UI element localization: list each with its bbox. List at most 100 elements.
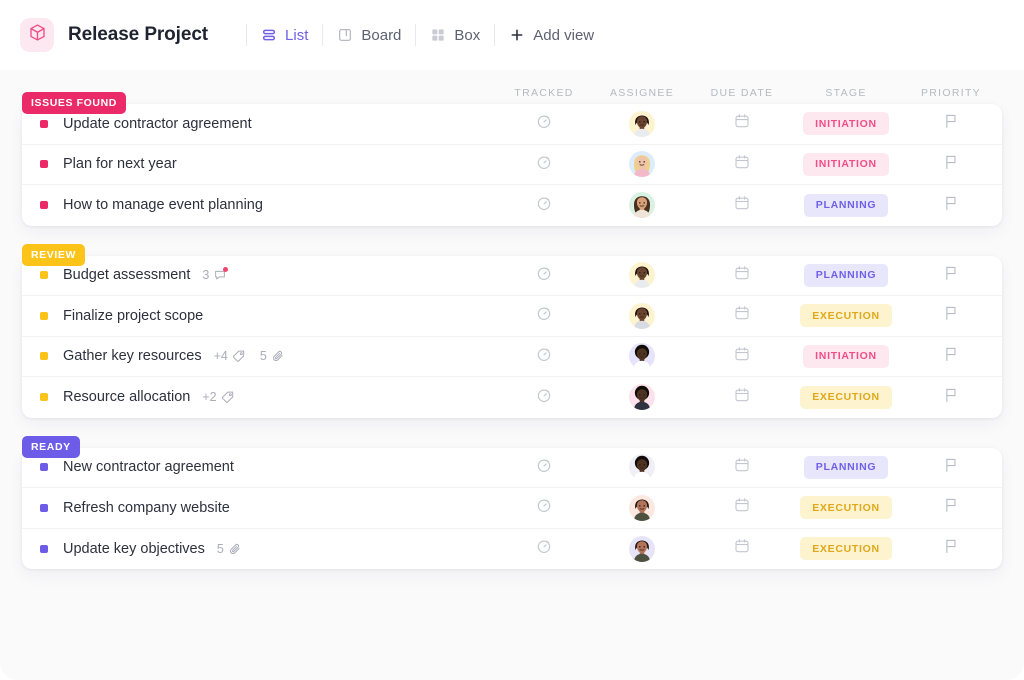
table-row[interactable]: Plan for next year INITIATION [22,145,1002,185]
due-date-cell[interactable] [692,386,792,409]
priority-cell[interactable] [900,153,1002,176]
flag-icon[interactable] [942,386,960,409]
avatar-afro-man[interactable] [629,343,655,370]
task-meta[interactable]: +2 [202,390,234,404]
avatar-afro-man[interactable] [629,384,655,411]
table-row[interactable]: Refresh company website EXECUTION [22,488,1002,529]
table-row[interactable]: How to manage event planning PLANNING [22,185,1002,226]
status-badge[interactable]: PLANNING [803,455,889,479]
table-row[interactable]: Finalize project scope EXECUTION [22,296,1002,337]
flag-icon[interactable] [942,456,960,479]
priority-cell[interactable] [900,537,1002,560]
status-badge[interactable]: EXECUTION [800,537,892,561]
calendar-icon[interactable] [733,304,751,327]
stage-cell[interactable]: EXECUTION [792,385,900,409]
task-cell[interactable]: Budget assessment 3 [40,267,496,283]
assignee-cell[interactable] [592,302,692,329]
stage-cell[interactable]: PLANNING [792,263,900,287]
calendar-icon[interactable] [733,264,751,287]
table-row[interactable]: New contractor agreement PLANNING [22,448,1002,488]
priority-cell[interactable] [900,345,1002,368]
priority-cell[interactable] [900,304,1002,327]
status-badge[interactable]: EXECUTION [800,496,892,520]
priority-cell[interactable] [900,456,1002,479]
due-date-cell[interactable] [692,345,792,368]
priority-cell[interactable] [900,194,1002,217]
tracked-cell[interactable] [496,264,592,287]
assignee-cell[interactable] [592,192,692,219]
calendar-icon[interactable] [733,112,751,135]
stage-cell[interactable]: INITIATION [792,152,900,176]
table-row[interactable]: Gather key resources +4 5 INITIATION [22,337,1002,377]
assignee-cell[interactable] [592,262,692,289]
due-date-cell[interactable] [692,153,792,176]
task-cell[interactable]: Finalize project scope [40,308,496,324]
tracked-cell[interactable] [496,496,592,519]
stopwatch-icon[interactable] [535,304,553,327]
stopwatch-icon[interactable] [535,345,553,368]
assignee-cell[interactable] [592,454,692,481]
calendar-icon[interactable] [733,537,751,560]
tab-box[interactable]: Box [430,27,480,44]
priority-cell[interactable] [900,112,1002,135]
stopwatch-icon[interactable] [535,496,553,519]
avatar-short-hair-man[interactable] [629,535,655,562]
due-date-cell[interactable] [692,456,792,479]
task-cell[interactable]: Update contractor agreement [40,116,496,132]
due-date-cell[interactable] [692,496,792,519]
avatar-bearded-man[interactable] [629,262,655,289]
table-row[interactable]: Update contractor agreement INITIATION [22,104,1002,145]
assignee-cell[interactable] [592,535,692,562]
tracked-cell[interactable] [496,345,592,368]
table-row[interactable]: Budget assessment 3 PLANNING [22,256,1002,296]
stopwatch-icon[interactable] [535,264,553,287]
stage-cell[interactable]: PLANNING [792,455,900,479]
stage-cell[interactable]: EXECUTION [792,496,900,520]
stage-cell[interactable]: EXECUTION [792,537,900,561]
stopwatch-icon[interactable] [535,456,553,479]
due-date-cell[interactable] [692,304,792,327]
avatar-bearded-man[interactable] [629,110,655,137]
stopwatch-icon[interactable] [535,194,553,217]
flag-icon[interactable] [942,194,960,217]
tracked-cell[interactable] [496,386,592,409]
avatar-blonde-woman[interactable] [629,151,655,178]
stage-cell[interactable]: PLANNING [792,193,900,217]
table-row[interactable]: Update key objectives 5 EXECUTION [22,529,1002,570]
calendar-icon[interactable] [733,345,751,368]
stage-cell[interactable]: INITIATION [792,344,900,368]
tracked-cell[interactable] [496,304,592,327]
priority-cell[interactable] [900,496,1002,519]
add-view-button[interactable]: Add view [509,27,594,44]
group-badge[interactable]: READY [22,435,80,458]
stopwatch-icon[interactable] [535,386,553,409]
task-cell[interactable]: Resource allocation +2 [40,389,496,405]
stopwatch-icon[interactable] [535,112,553,135]
tracked-cell[interactable] [496,153,592,176]
flag-icon[interactable] [942,264,960,287]
task-meta[interactable]: 5 [260,349,285,363]
stopwatch-icon[interactable] [535,153,553,176]
priority-cell[interactable] [900,386,1002,409]
table-row[interactable]: Resource allocation +2 EXECUTION [22,377,1002,418]
assignee-cell[interactable] [592,110,692,137]
task-cell[interactable]: Gather key resources +4 5 [40,348,496,364]
avatar-afro-man[interactable] [629,454,655,481]
group-badge[interactable]: REVIEW [22,243,86,266]
tracked-cell[interactable] [496,537,592,560]
avatar-short-hair-man[interactable] [629,494,655,521]
task-cell[interactable]: Update key objectives 5 [40,541,496,557]
task-meta[interactable]: +4 [214,349,246,363]
task-meta[interactable]: 3 [202,267,229,282]
task-cell[interactable]: How to manage event planning [40,197,496,213]
calendar-icon[interactable] [733,153,751,176]
flag-icon[interactable] [942,345,960,368]
task-cell[interactable]: New contractor agreement [40,459,496,475]
tab-list[interactable]: List [261,27,308,44]
status-badge[interactable]: INITIATION [803,152,889,176]
calendar-icon[interactable] [733,386,751,409]
priority-cell[interactable] [900,264,1002,287]
avatar-smiling-woman[interactable] [629,192,655,219]
group-badge[interactable]: ISSUES FOUND [22,92,126,114]
status-badge[interactable]: EXECUTION [800,304,892,328]
